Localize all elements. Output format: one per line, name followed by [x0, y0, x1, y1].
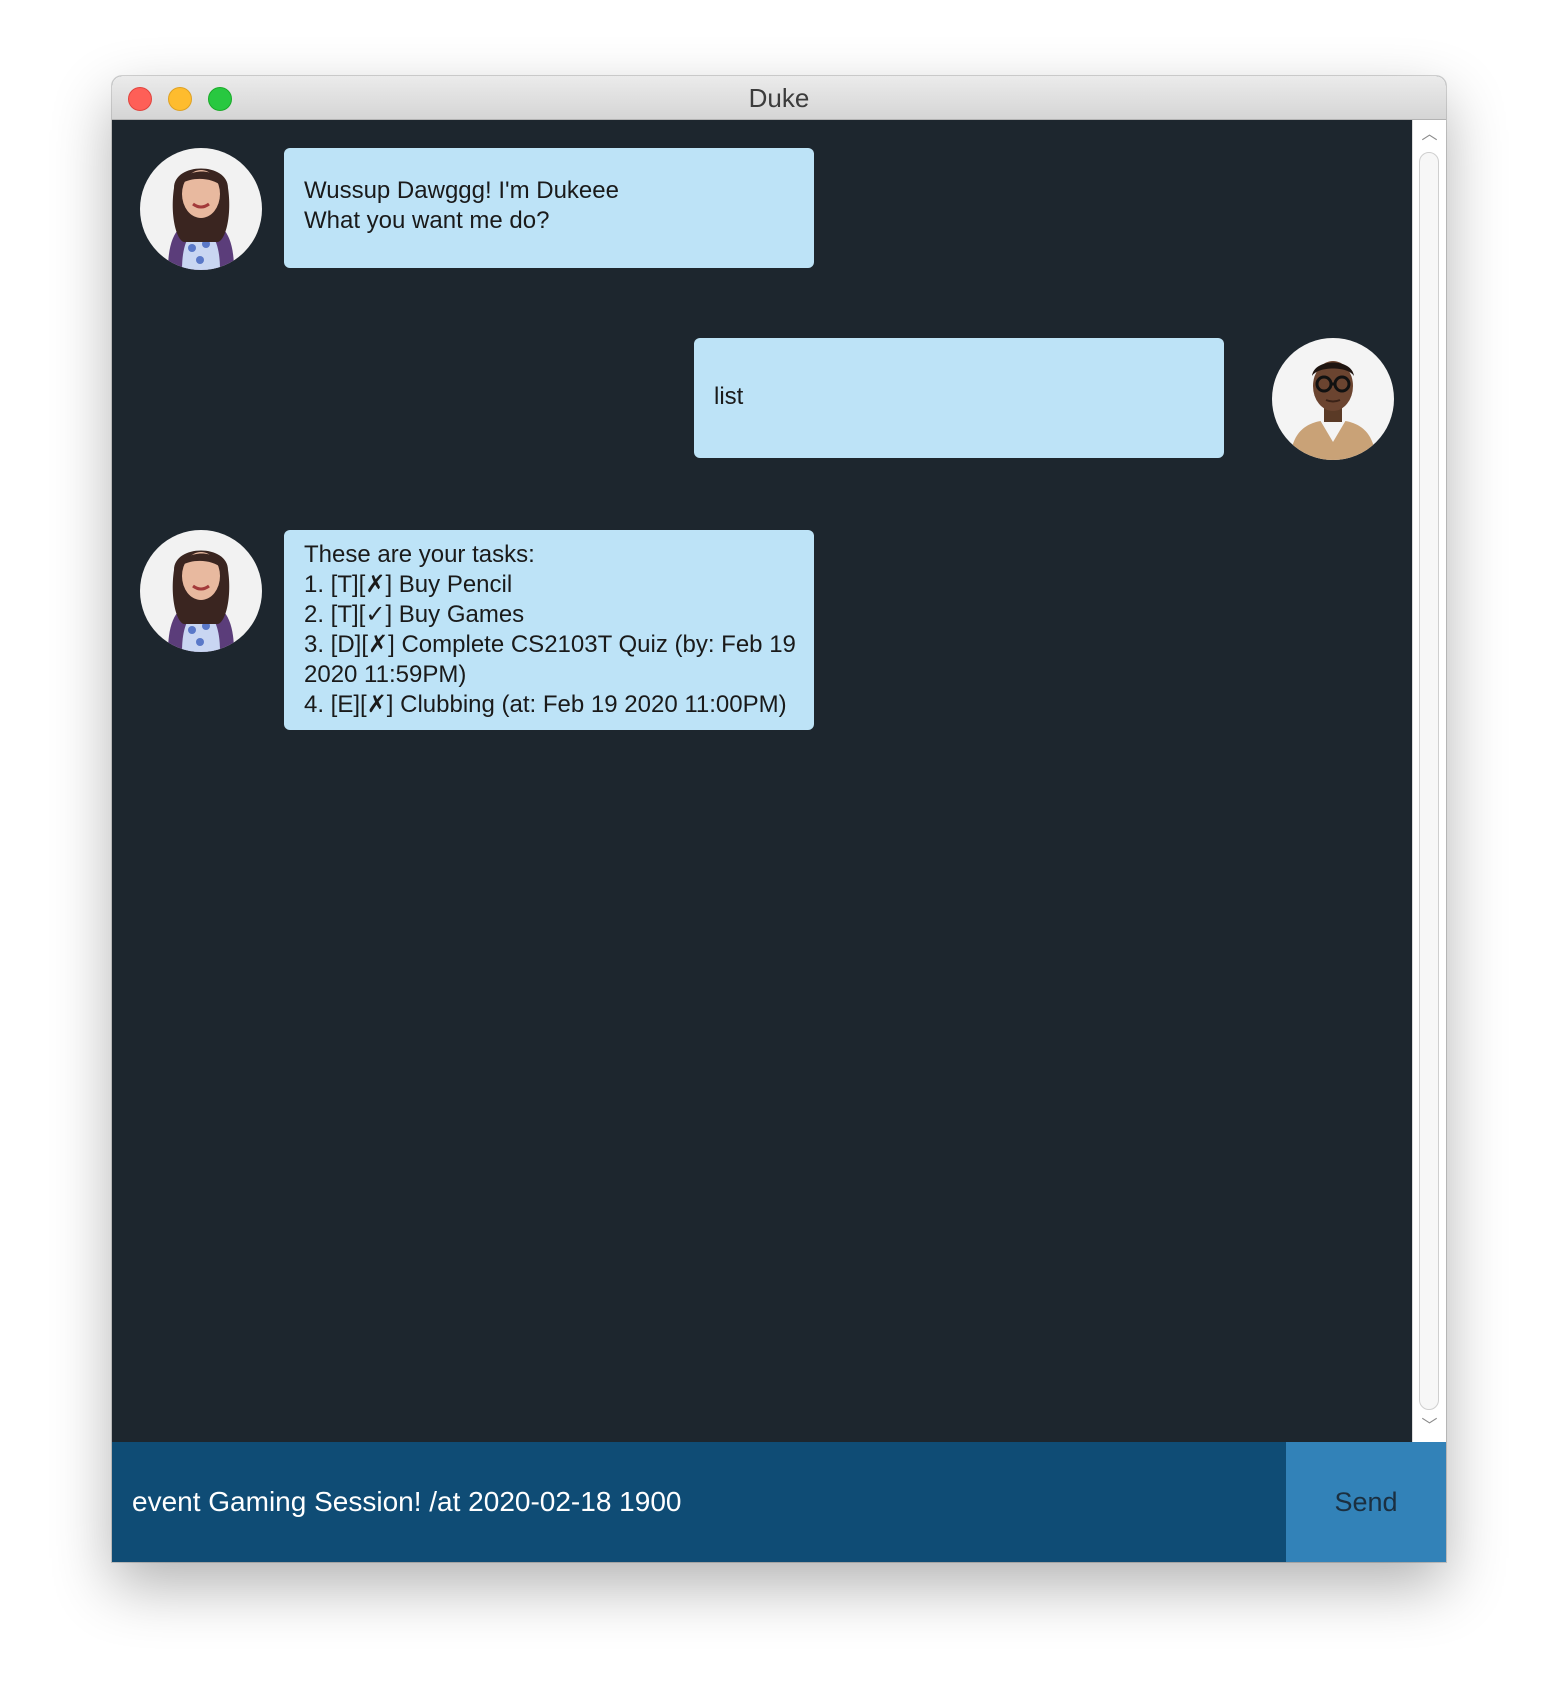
message-text-line: 4. [E][✗] Clubbing (at: Feb 19 2020 11:0… [304, 691, 787, 718]
window-title: Duke [748, 83, 810, 113]
message-text-line: list [714, 383, 744, 410]
app-window: Duke Wussup Dawggg! I'm Dukeee What you … [112, 76, 1446, 1562]
user-message-bubble: list [694, 338, 1224, 458]
duke-avatar [140, 148, 262, 270]
chat-area[interactable]: Wussup Dawggg! I'm Dukeee What you want … [112, 120, 1412, 1442]
chat-scrollbar[interactable]: ︿ ﹀ [1412, 120, 1446, 1442]
title-bar[interactable]: Duke [112, 76, 1446, 120]
input-bar: Send [112, 1442, 1446, 1562]
woman-portrait-icon [140, 148, 262, 270]
message-input[interactable] [112, 1442, 1286, 1562]
message-text-line: 2. [T][✓] Buy Games [304, 601, 525, 628]
message-text-line: 2020 11:59PM) [304, 661, 467, 688]
user-avatar [1272, 338, 1394, 460]
scroll-up-arrow-icon[interactable]: ︿ [1413, 122, 1446, 148]
woman-portrait-icon [140, 530, 262, 652]
message-text-line: These are your tasks: [304, 541, 535, 568]
scroll-thumb[interactable] [1419, 152, 1439, 1410]
message-text-line: What you want me do? [304, 207, 550, 234]
scroll-down-arrow-icon[interactable]: ﹀ [1413, 1414, 1446, 1440]
duke-message-bubble: Wussup Dawggg! I'm Dukeee What you want … [284, 148, 814, 268]
send-button[interactable]: Send [1286, 1442, 1446, 1562]
duke-avatar [140, 530, 262, 652]
man-portrait-icon [1272, 338, 1394, 460]
duke-message-bubble: These are your tasks: 1. [T][✗] Buy Penc… [284, 530, 814, 730]
message-text-line: 1. [T][✗] Buy Pencil [304, 571, 513, 598]
message-text-line: 3. [D][✗] Complete CS2103T Quiz (by: Feb… [304, 631, 796, 658]
message-text-line: Wussup Dawggg! I'm Dukeee [304, 177, 619, 204]
